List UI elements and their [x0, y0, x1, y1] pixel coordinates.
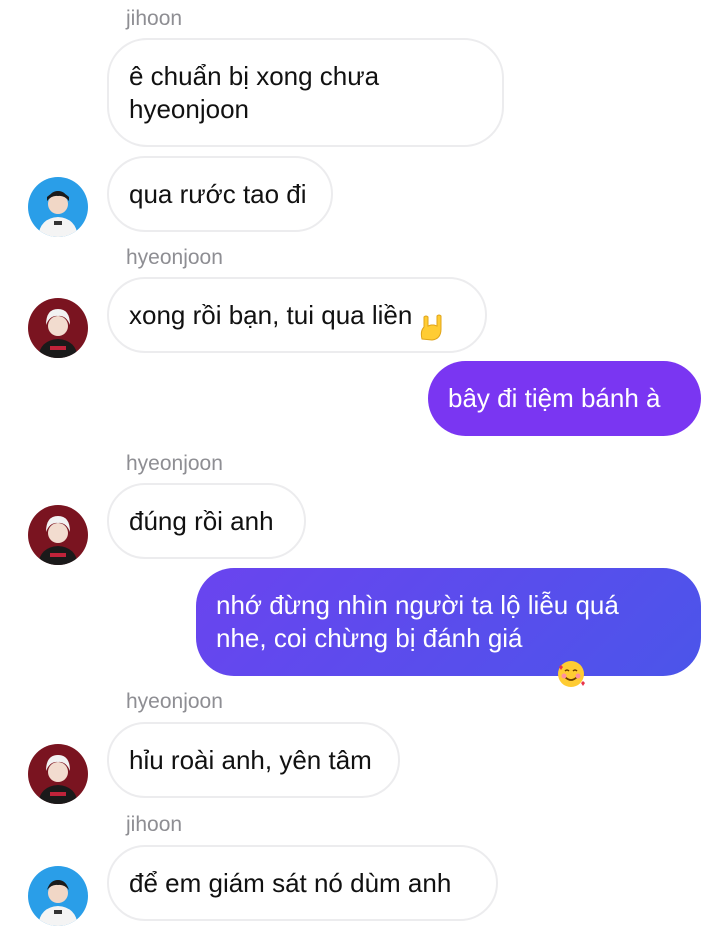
- avatar-portrait-icon: [28, 505, 88, 565]
- outgoing-message-bubble[interactable]: bây đi tiệm bánh à: [428, 361, 701, 436]
- avatar-jihoon[interactable]: [28, 866, 88, 926]
- sender-name-hyeonjoon: hyeonjoon: [126, 690, 223, 713]
- smiling-face-with-hearts-emoji-icon: [556, 626, 586, 697]
- sign-of-horns-emoji-icon: [416, 280, 446, 351]
- incoming-message-bubble[interactable]: để em giám sát nó dùm anh: [107, 845, 498, 921]
- incoming-message-bubble[interactable]: ê chuẩn bị xong chưa hyeonjoon: [107, 38, 504, 147]
- avatar-hyeonjoon[interactable]: [28, 744, 88, 804]
- message-text: xong rồi bạn, tui qua liền: [129, 299, 413, 330]
- incoming-message-bubble[interactable]: hỉu roài anh, yên tâm: [107, 722, 400, 798]
- incoming-message-bubble[interactable]: xong rồi bạn, tui qua liền: [107, 277, 487, 353]
- avatar-portrait-icon: [28, 744, 88, 804]
- incoming-message-bubble[interactable]: đúng rồi anh: [107, 483, 306, 559]
- sender-name-jihoon: jihoon: [126, 7, 183, 30]
- incoming-message-bubble[interactable]: qua rước tao đi: [107, 156, 333, 232]
- avatar-portrait-icon: [28, 177, 88, 237]
- avatar-hyeonjoon[interactable]: [28, 505, 88, 565]
- avatar-hyeonjoon[interactable]: [28, 298, 88, 358]
- sender-name-hyeonjoon: hyeonjoon: [126, 246, 223, 269]
- avatar-jihoon[interactable]: [28, 177, 88, 237]
- sender-name-hyeonjoon: hyeonjoon: [126, 452, 223, 475]
- outgoing-message-bubble[interactable]: nhớ đừng nhìn người ta lộ liễu quá nhe, …: [196, 568, 701, 687]
- avatar-portrait-icon: [28, 866, 88, 926]
- avatar-portrait-icon: [28, 298, 88, 358]
- sender-name-jihoon: jihoon: [126, 813, 183, 836]
